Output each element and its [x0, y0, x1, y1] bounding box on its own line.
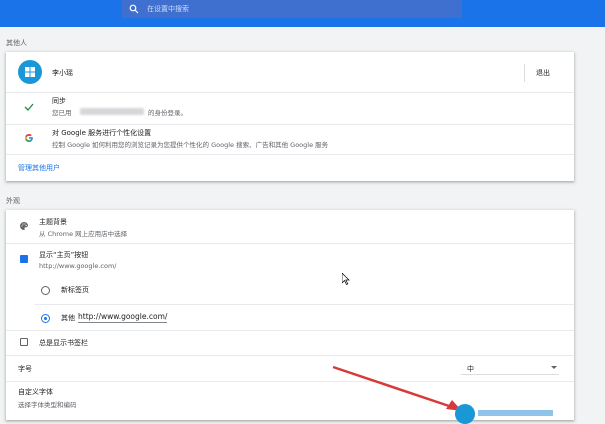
partial-blue-bar	[478, 410, 553, 416]
floating-button[interactable]	[455, 404, 475, 424]
cursor-icon	[342, 273, 350, 285]
annotation-arrow-icon	[332, 365, 462, 411]
